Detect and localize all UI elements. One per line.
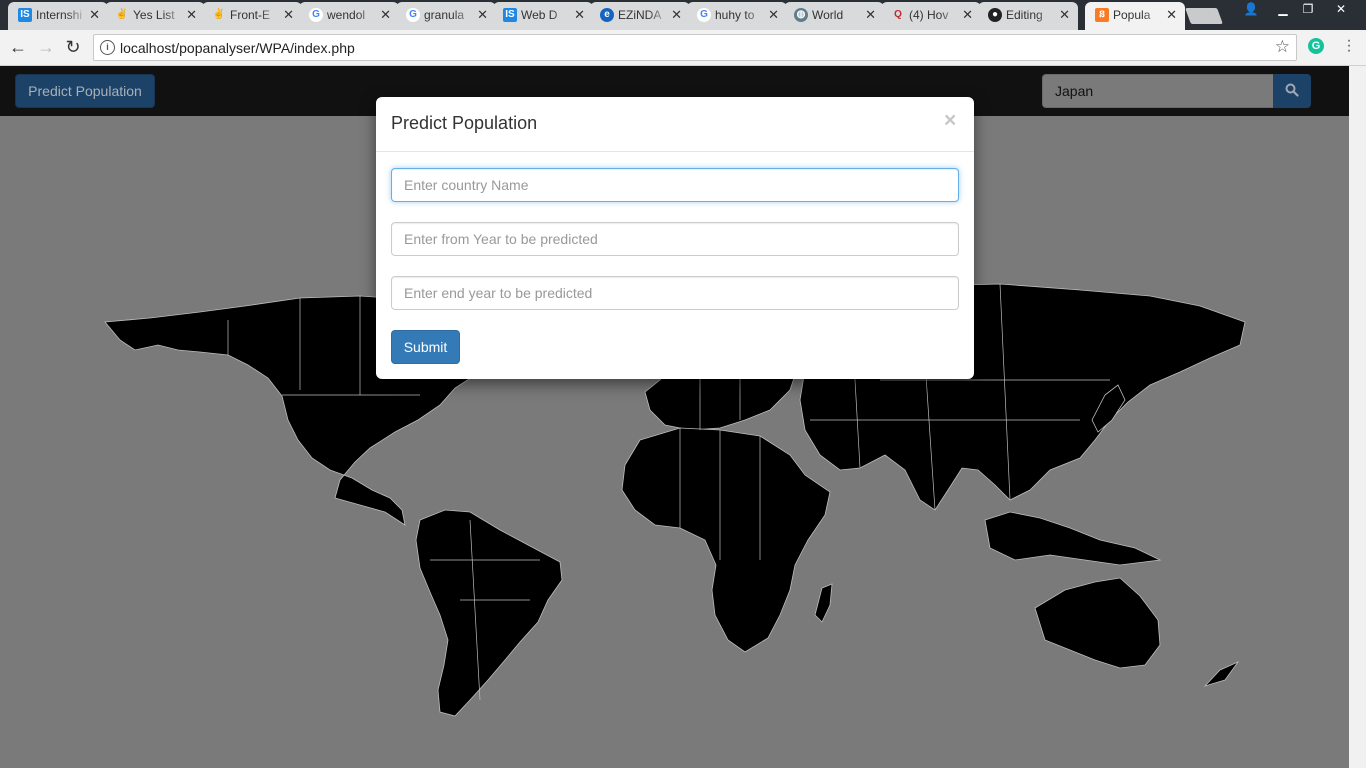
google-icon: G [309, 8, 323, 22]
submit-button[interactable]: Submit [391, 330, 460, 364]
google-icon: G [406, 8, 420, 22]
close-icon[interactable]: ✕ [477, 2, 488, 28]
page-content: Predict Population Japan Predict Populat… [0, 66, 1349, 768]
browser-tab[interactable]: e EZiNDA ✕ [590, 2, 690, 30]
browser-tab[interactable]: ◍ World ✕ [784, 2, 884, 30]
map-region-madagascar [814, 583, 833, 623]
window-close-icon[interactable]: ✕ [1328, 0, 1354, 20]
browser-tab-strip: IS Internshi ✕ ✌ Yes List ✕ ✌ Front-E ✕ … [0, 0, 1366, 30]
search-icon [1285, 83, 1299, 97]
globe-icon: ◍ [794, 8, 808, 22]
map-region-indonesia [984, 511, 1162, 566]
browser-tab[interactable]: IS Internshi ✕ [8, 2, 108, 30]
modal-header: Predict Population × [376, 97, 974, 152]
github-icon: ● [988, 8, 1002, 22]
angellist-icon: ✌ [212, 9, 226, 20]
browser-tab[interactable]: Q (4) Hov ✕ [881, 2, 981, 30]
close-icon[interactable]: ✕ [186, 2, 197, 28]
map-region-south-america [415, 509, 563, 717]
browser-tab[interactable]: IS Web D ✕ [493, 2, 593, 30]
address-bar[interactable]: i localhost/popanalyser/WPA/index.php ☆ [93, 34, 1297, 61]
browser-tab[interactable]: ✌ Front-E ✕ [202, 2, 302, 30]
close-icon[interactable]: ✕ [89, 2, 100, 28]
browser-tab[interactable]: G huhy to ✕ [687, 2, 787, 30]
close-icon[interactable]: ✕ [1166, 2, 1177, 28]
close-icon[interactable]: ✕ [768, 2, 779, 28]
close-icon[interactable]: ✕ [1059, 2, 1070, 28]
close-icon[interactable]: ✕ [671, 2, 682, 28]
close-icon[interactable]: ✕ [865, 2, 876, 28]
reload-icon[interactable]: ↻ [61, 36, 85, 58]
restore-icon[interactable]: ❐ [1295, 0, 1321, 20]
modal-close-button[interactable]: × [944, 109, 956, 133]
search-button[interactable] [1273, 74, 1311, 108]
close-icon[interactable]: ✕ [380, 2, 391, 28]
close-icon[interactable]: ✕ [962, 2, 973, 28]
close-icon[interactable]: ✕ [574, 2, 585, 28]
browser-tab[interactable]: G wendol ✕ [299, 2, 399, 30]
quora-icon: Q [894, 9, 902, 20]
address-url: localhost/popanalyser/WPA/index.php [120, 40, 355, 56]
close-icon[interactable]: ✕ [283, 2, 294, 28]
google-icon: G [697, 8, 711, 22]
back-icon[interactable]: ← [6, 36, 30, 58]
predict-population-button[interactable]: Predict Population [15, 74, 155, 108]
is-logo-icon: IS [503, 8, 517, 22]
tab-title: World [812, 8, 844, 22]
browser-tab[interactable]: G granula ✕ [396, 2, 496, 30]
browser-tab[interactable]: ✌ Yes List ✕ [105, 2, 205, 30]
grammarly-extension-icon[interactable]: G [1308, 38, 1324, 54]
new-tab-button[interactable] [1185, 8, 1223, 24]
browser-tab-active[interactable]: ន Popula ✕ [1085, 2, 1185, 30]
end-year-input[interactable] [391, 276, 959, 310]
angellist-icon: ✌ [115, 9, 129, 20]
minimize-icon[interactable]: ▁ [1270, 0, 1296, 20]
map-region-new-zealand [1203, 661, 1240, 687]
page-scrollbar[interactable] [1349, 66, 1366, 768]
forward-icon[interactable]: → [34, 36, 58, 58]
is-logo-icon: IS [18, 8, 32, 22]
ezinda-icon: e [600, 8, 614, 22]
modal-title: Predict Population [391, 113, 538, 133]
map-region-africa [621, 427, 831, 653]
browser-menu-icon[interactable]: · · · [1344, 33, 1354, 59]
predict-population-modal: Predict Population × Submit [376, 97, 974, 379]
xampp-icon: ន [1095, 8, 1109, 22]
from-year-input[interactable] [391, 222, 959, 256]
country-search-input[interactable] [1042, 74, 1274, 108]
user-profile-icon[interactable]: 👤 [1238, 0, 1264, 20]
bookmark-star-icon[interactable]: ☆ [1275, 37, 1290, 57]
browser-toolbar: ← → ↻ i localhost/popanalyser/WPA/index.… [0, 30, 1366, 66]
country-name-input[interactable] [391, 168, 959, 202]
browser-tab[interactable]: ● Editing ✕ [978, 2, 1078, 30]
map-region-australia [1034, 577, 1161, 669]
site-info-icon[interactable]: i [100, 40, 115, 55]
extension-letter: G [1311, 40, 1321, 52]
